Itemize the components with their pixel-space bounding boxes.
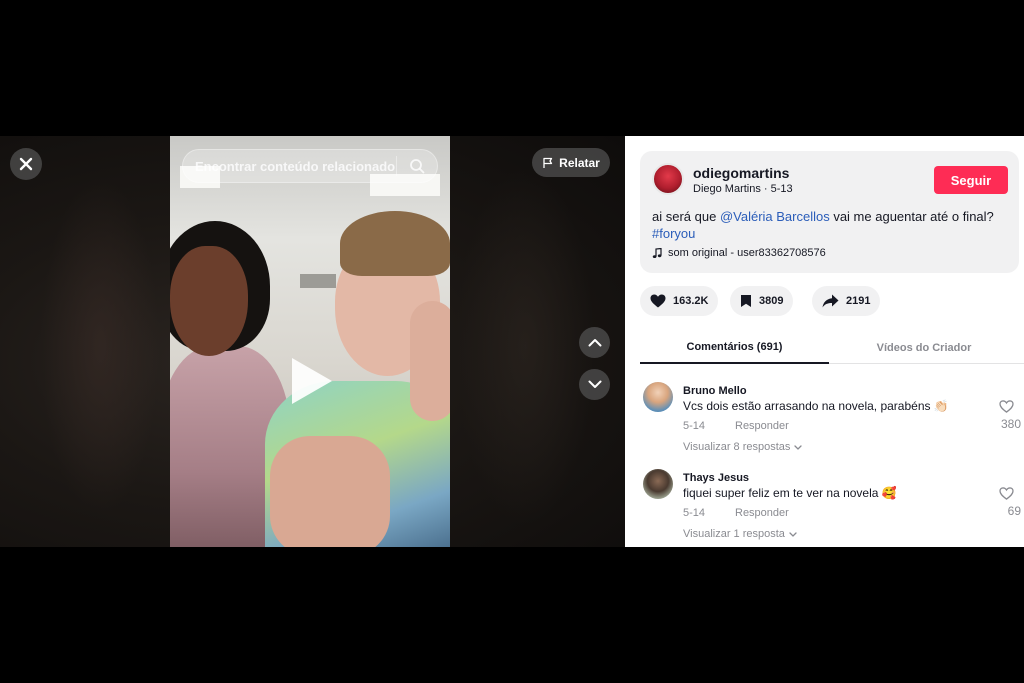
comment-like-count: 69 — [1007, 504, 1021, 518]
close-icon — [19, 157, 33, 171]
post-description: ai será que @Valéria Barcellos vai me ag… — [652, 208, 1002, 242]
description-text: vai me aguentar até o final? — [829, 209, 994, 224]
heart-icon — [650, 294, 666, 308]
person-left-face — [170, 246, 248, 356]
save-count: 3809 — [759, 295, 784, 307]
details-panel: odiegomartins Diego Martins · 5-13 Segui… — [625, 136, 1024, 547]
related-search-bar[interactable]: Encontrar conteúdo relacionado — [182, 149, 438, 183]
comment-item: Bruno Mello Vcs dois estão arrasando na … — [640, 382, 1024, 457]
comment-text: fiquei super feliz em te ver na novela 🥰 — [683, 486, 897, 500]
related-search-input[interactable]: Encontrar conteúdo relacionado — [195, 159, 396, 174]
author-meta: Diego Martins · 5-13 — [693, 183, 793, 195]
music-link[interactable]: som original - user83362708576 — [652, 247, 826, 259]
tab-creator-videos[interactable]: Vídeos do Criador — [829, 332, 1019, 364]
chevron-up-icon — [588, 339, 601, 347]
report-button[interactable]: Relatar — [532, 148, 610, 177]
comment-date: 5-14 — [683, 420, 706, 432]
music-note-icon — [652, 247, 662, 258]
person-right-arm — [270, 436, 390, 547]
share-count: 2191 — [846, 295, 871, 307]
like-count: 163.2K — [673, 295, 709, 307]
commenter-name[interactable]: Thays Jesus — [683, 472, 749, 484]
tab-comments[interactable]: Comentários (691) — [640, 332, 829, 364]
close-button[interactable] — [10, 148, 42, 180]
video-player[interactable]: Encontrar conteúdo relacionado — [170, 136, 450, 547]
video-stage: Encontrar conteúdo relacionado Relatar — [0, 136, 625, 547]
search-icon — [410, 159, 425, 174]
heart-outline-icon — [998, 486, 1014, 500]
search-button[interactable] — [397, 158, 437, 174]
ceiling-vent — [300, 274, 336, 288]
comment-date: 5-14 — [683, 507, 706, 519]
commenter-avatar[interactable] — [643, 469, 673, 499]
next-video-button[interactable] — [579, 369, 610, 400]
view-replies-button[interactable]: Visualizar 8 respostas — [683, 441, 803, 453]
heart-outline-icon — [998, 399, 1014, 413]
bookmark-icon — [741, 295, 751, 307]
post-date: 5-13 — [770, 183, 793, 195]
share-button[interactable]: 2191 — [812, 286, 881, 316]
reply-button[interactable]: Responder — [735, 420, 789, 432]
meta-separator: · — [763, 183, 771, 195]
video-viewer: Encontrar conteúdo relacionado Relatar o… — [0, 136, 1024, 547]
description-text: ai será que — [652, 209, 720, 224]
chevron-down-icon — [794, 444, 803, 450]
hashtag-link[interactable]: #foryou — [652, 226, 695, 241]
commenter-name[interactable]: Bruno Mello — [683, 385, 747, 397]
comment-like-button[interactable] — [995, 485, 1017, 501]
commenter-avatar[interactable] — [643, 382, 673, 412]
save-button[interactable]: 3809 — [730, 286, 794, 316]
flag-icon — [543, 157, 553, 168]
view-replies-label: Visualizar 1 resposta — [683, 528, 785, 540]
person-right-hand — [410, 301, 450, 421]
person-right-hair — [340, 211, 450, 276]
follow-button[interactable]: Seguir — [934, 166, 1008, 194]
like-button[interactable]: 163.2K — [640, 286, 719, 316]
comment-text: Vcs dois estão arrasando na novela, para… — [683, 399, 949, 413]
report-label: Relatar — [559, 155, 600, 170]
play-icon[interactable] — [292, 358, 332, 404]
author-display-name: Diego Martins — [693, 183, 761, 195]
author-avatar[interactable] — [652, 163, 684, 195]
comment-item: Thays Jesus fiquei super feliz em te ver… — [640, 469, 1024, 544]
chevron-down-icon — [588, 380, 601, 388]
post-description-card: odiegomartins Diego Martins · 5-13 Segui… — [640, 151, 1019, 273]
reply-button[interactable]: Responder — [735, 507, 789, 519]
mention-link[interactable]: @Valéria Barcellos — [720, 209, 830, 224]
view-replies-label: Visualizar 8 respostas — [683, 441, 791, 453]
chevron-down-icon — [789, 531, 797, 537]
comment-like-button[interactable] — [995, 398, 1017, 414]
share-icon — [822, 294, 839, 308]
author-username[interactable]: odiegomartins — [693, 165, 789, 181]
background-blur — [40, 176, 160, 516]
comment-like-count: 380 — [1000, 417, 1021, 431]
view-replies-button[interactable]: Visualizar 1 resposta — [683, 528, 797, 540]
background-blur — [455, 166, 595, 526]
previous-video-button[interactable] — [579, 327, 610, 358]
panel-tabs: Comentários (691) Vídeos do Criador — [640, 332, 1024, 364]
music-title: som original - user83362708576 — [668, 247, 826, 259]
